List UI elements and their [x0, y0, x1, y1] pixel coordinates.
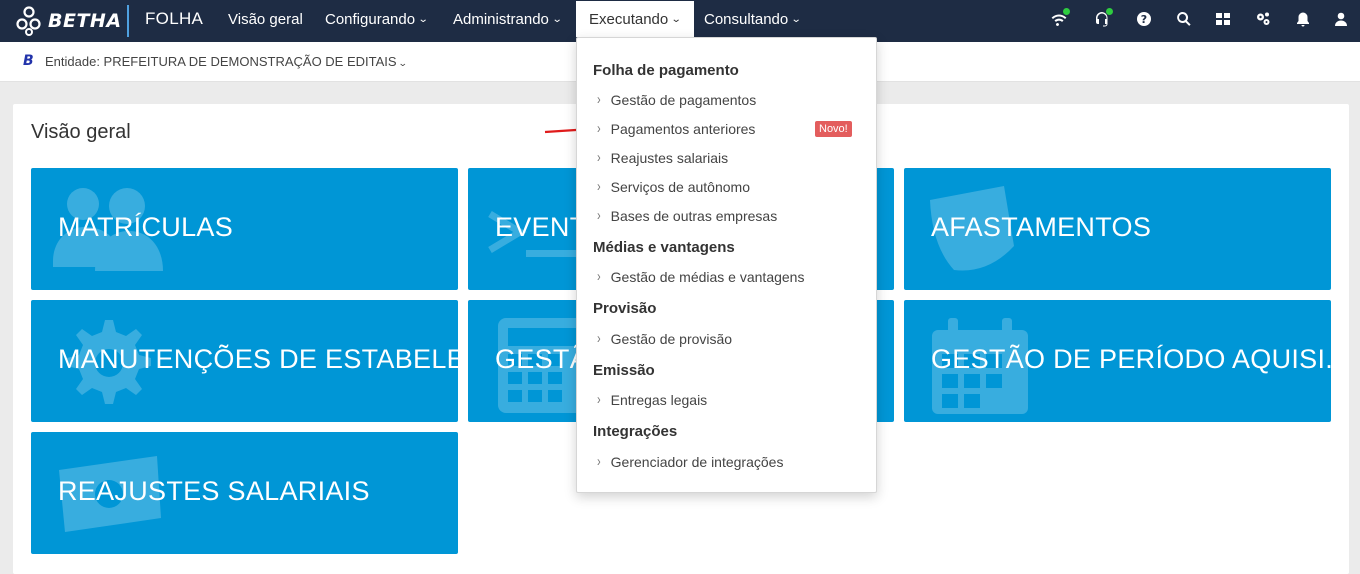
menu-item-label: Gestão de pagamentos	[610, 92, 757, 108]
tile-gestao-periodo-aquisitivo[interactable]: GESTÃO DE PERÍODO AQUISI...	[904, 300, 1331, 422]
chevron-right-icon: ›	[597, 92, 601, 108]
menu-item-label: Entregas legais	[610, 392, 708, 408]
tile-label: MATRÍCULAS	[58, 212, 234, 242]
nav-label: Configurando	[325, 10, 416, 28]
menu-item-entregas-legais[interactable]: › Entregas legais	[597, 392, 707, 408]
nav-label: Visão geral	[228, 10, 303, 28]
nav-label: Administrando	[453, 10, 549, 28]
betha-logo-icon	[16, 6, 41, 36]
entity-selector[interactable]: Entidade: PREFEITURA DE DEMONSTRAÇÃO DE …	[45, 54, 408, 69]
menu-item-label: Gestão de provisão	[610, 331, 733, 347]
menu-item-gestao-de-medias-e-vantagens[interactable]: › Gestão de médias e vantagens	[597, 269, 804, 285]
nav-configurando[interactable]: Configurando ⌄	[312, 0, 440, 38]
online-status-dot	[1106, 8, 1113, 15]
chevron-down-icon: ⌄	[551, 13, 563, 25]
menu-item-bases-de-outras-empresas[interactable]: › Bases de outras empresas	[597, 208, 777, 224]
chevron-down-icon: ⌄	[790, 13, 802, 25]
menu-item-label: Gestão de médias e vantagens	[610, 269, 805, 285]
chevron-right-icon: ›	[597, 269, 601, 285]
entity-badge: B	[23, 53, 34, 69]
settings-icon[interactable]	[1252, 8, 1274, 30]
chevron-right-icon: ›	[597, 150, 601, 166]
svg-text:?: ?	[1141, 13, 1147, 26]
tile-afastamentos[interactable]: AFASTAMENTOS	[904, 168, 1331, 290]
nav-administrando[interactable]: Administrando ⌄	[440, 0, 574, 38]
menu-item-gerenciador-de-integracoes[interactable]: › Gerenciador de integrações	[597, 454, 783, 470]
help-icon[interactable]: ?	[1133, 8, 1155, 30]
apps-icon[interactable]	[1212, 8, 1234, 30]
chevron-down-icon: ⌄	[670, 13, 682, 25]
chevron-down-icon: ⌄	[397, 58, 408, 68]
tile-label: MANUTENÇÕES DE ESTABELE...	[58, 344, 458, 374]
nav-label: Executando	[589, 10, 669, 28]
nav-visao-geral[interactable]: Visão geral	[215, 0, 316, 38]
new-badge: Novo!	[815, 121, 852, 137]
menu-item-gestao-de-pagamentos[interactable]: › Gestão de pagamentos	[597, 92, 756, 108]
logo-text: BETHA	[48, 10, 122, 32]
menu-item-servicos-de-autonomo[interactable]: › Serviços de autônomo	[597, 179, 750, 195]
betha-logo[interactable]: BETHA	[16, 3, 122, 39]
menu-item-label: Reajustes salariais	[610, 150, 729, 166]
menu-group-folha-de-pagamento: Folha de pagamento	[593, 62, 739, 79]
chevron-right-icon: ›	[597, 454, 601, 470]
menu-item-label: Gerenciador de integrações	[610, 454, 784, 470]
chevron-down-icon: ⌄	[417, 13, 429, 25]
entity-label: Entidade: PREFEITURA DE DEMONSTRAÇÃO DE …	[45, 54, 397, 69]
menu-item-reajustes-salariais[interactable]: › Reajustes salariais	[597, 150, 728, 166]
menu-group-integracoes: Integrações	[593, 423, 678, 440]
chevron-right-icon: ›	[597, 121, 601, 137]
nav-executando[interactable]: Executando ⌄	[576, 1, 694, 37]
executando-dropdown-menu: Folha de pagamento › Gestão de pagamentos…	[576, 37, 877, 493]
logo-separator	[127, 5, 129, 37]
chevron-right-icon: ›	[597, 208, 601, 224]
product-name[interactable]: FOLHA	[145, 9, 203, 29]
nav-consultando[interactable]: Consultando ⌄	[691, 0, 814, 38]
nav-label: Consultando	[704, 10, 789, 28]
online-status-dot	[1063, 8, 1070, 15]
search-icon[interactable]	[1173, 8, 1195, 30]
menu-item-gestao-de-provisao[interactable]: › Gestão de provisão	[597, 331, 732, 347]
tile-reajustes-salariais[interactable]: REAJUSTES SALARIAIS	[31, 432, 458, 554]
menu-group-emissao: Emissão	[593, 362, 655, 379]
menu-group-provisao: Provisão	[593, 300, 657, 317]
wifi-icon[interactable]	[1048, 8, 1070, 30]
menu-item-label: Serviços de autônomo	[610, 179, 750, 195]
tile-label: GESTÃO DE PERÍODO AQUISI...	[931, 344, 1331, 374]
menu-group-medias-e-vantagens: Médias e vantagens	[593, 239, 735, 256]
tile-label: AFASTAMENTOS	[931, 212, 1152, 242]
tile-matriculas[interactable]: MATRÍCULAS	[31, 168, 458, 290]
tile-label: REAJUSTES SALARIAIS	[58, 476, 370, 506]
menu-item-pagamentos-anteriores[interactable]: › Pagamentos anteriores	[597, 121, 755, 137]
menu-item-label: Bases de outras empresas	[610, 208, 778, 224]
chevron-right-icon: ›	[597, 331, 601, 347]
headset-icon[interactable]	[1091, 8, 1113, 30]
tile-manutencoes-estabelecimento[interactable]: MANUTENÇÕES DE ESTABELE...	[31, 300, 458, 422]
page-title: Visão geral	[31, 121, 131, 143]
bell-icon[interactable]	[1292, 8, 1314, 30]
user-icon[interactable]	[1330, 8, 1352, 30]
chevron-right-icon: ›	[597, 392, 601, 408]
chevron-right-icon: ›	[597, 179, 601, 195]
top-navbar: BETHA FOLHA Visão geral Configurando ⌄ A…	[0, 0, 1360, 42]
menu-item-label: Pagamentos anteriores	[610, 121, 756, 137]
